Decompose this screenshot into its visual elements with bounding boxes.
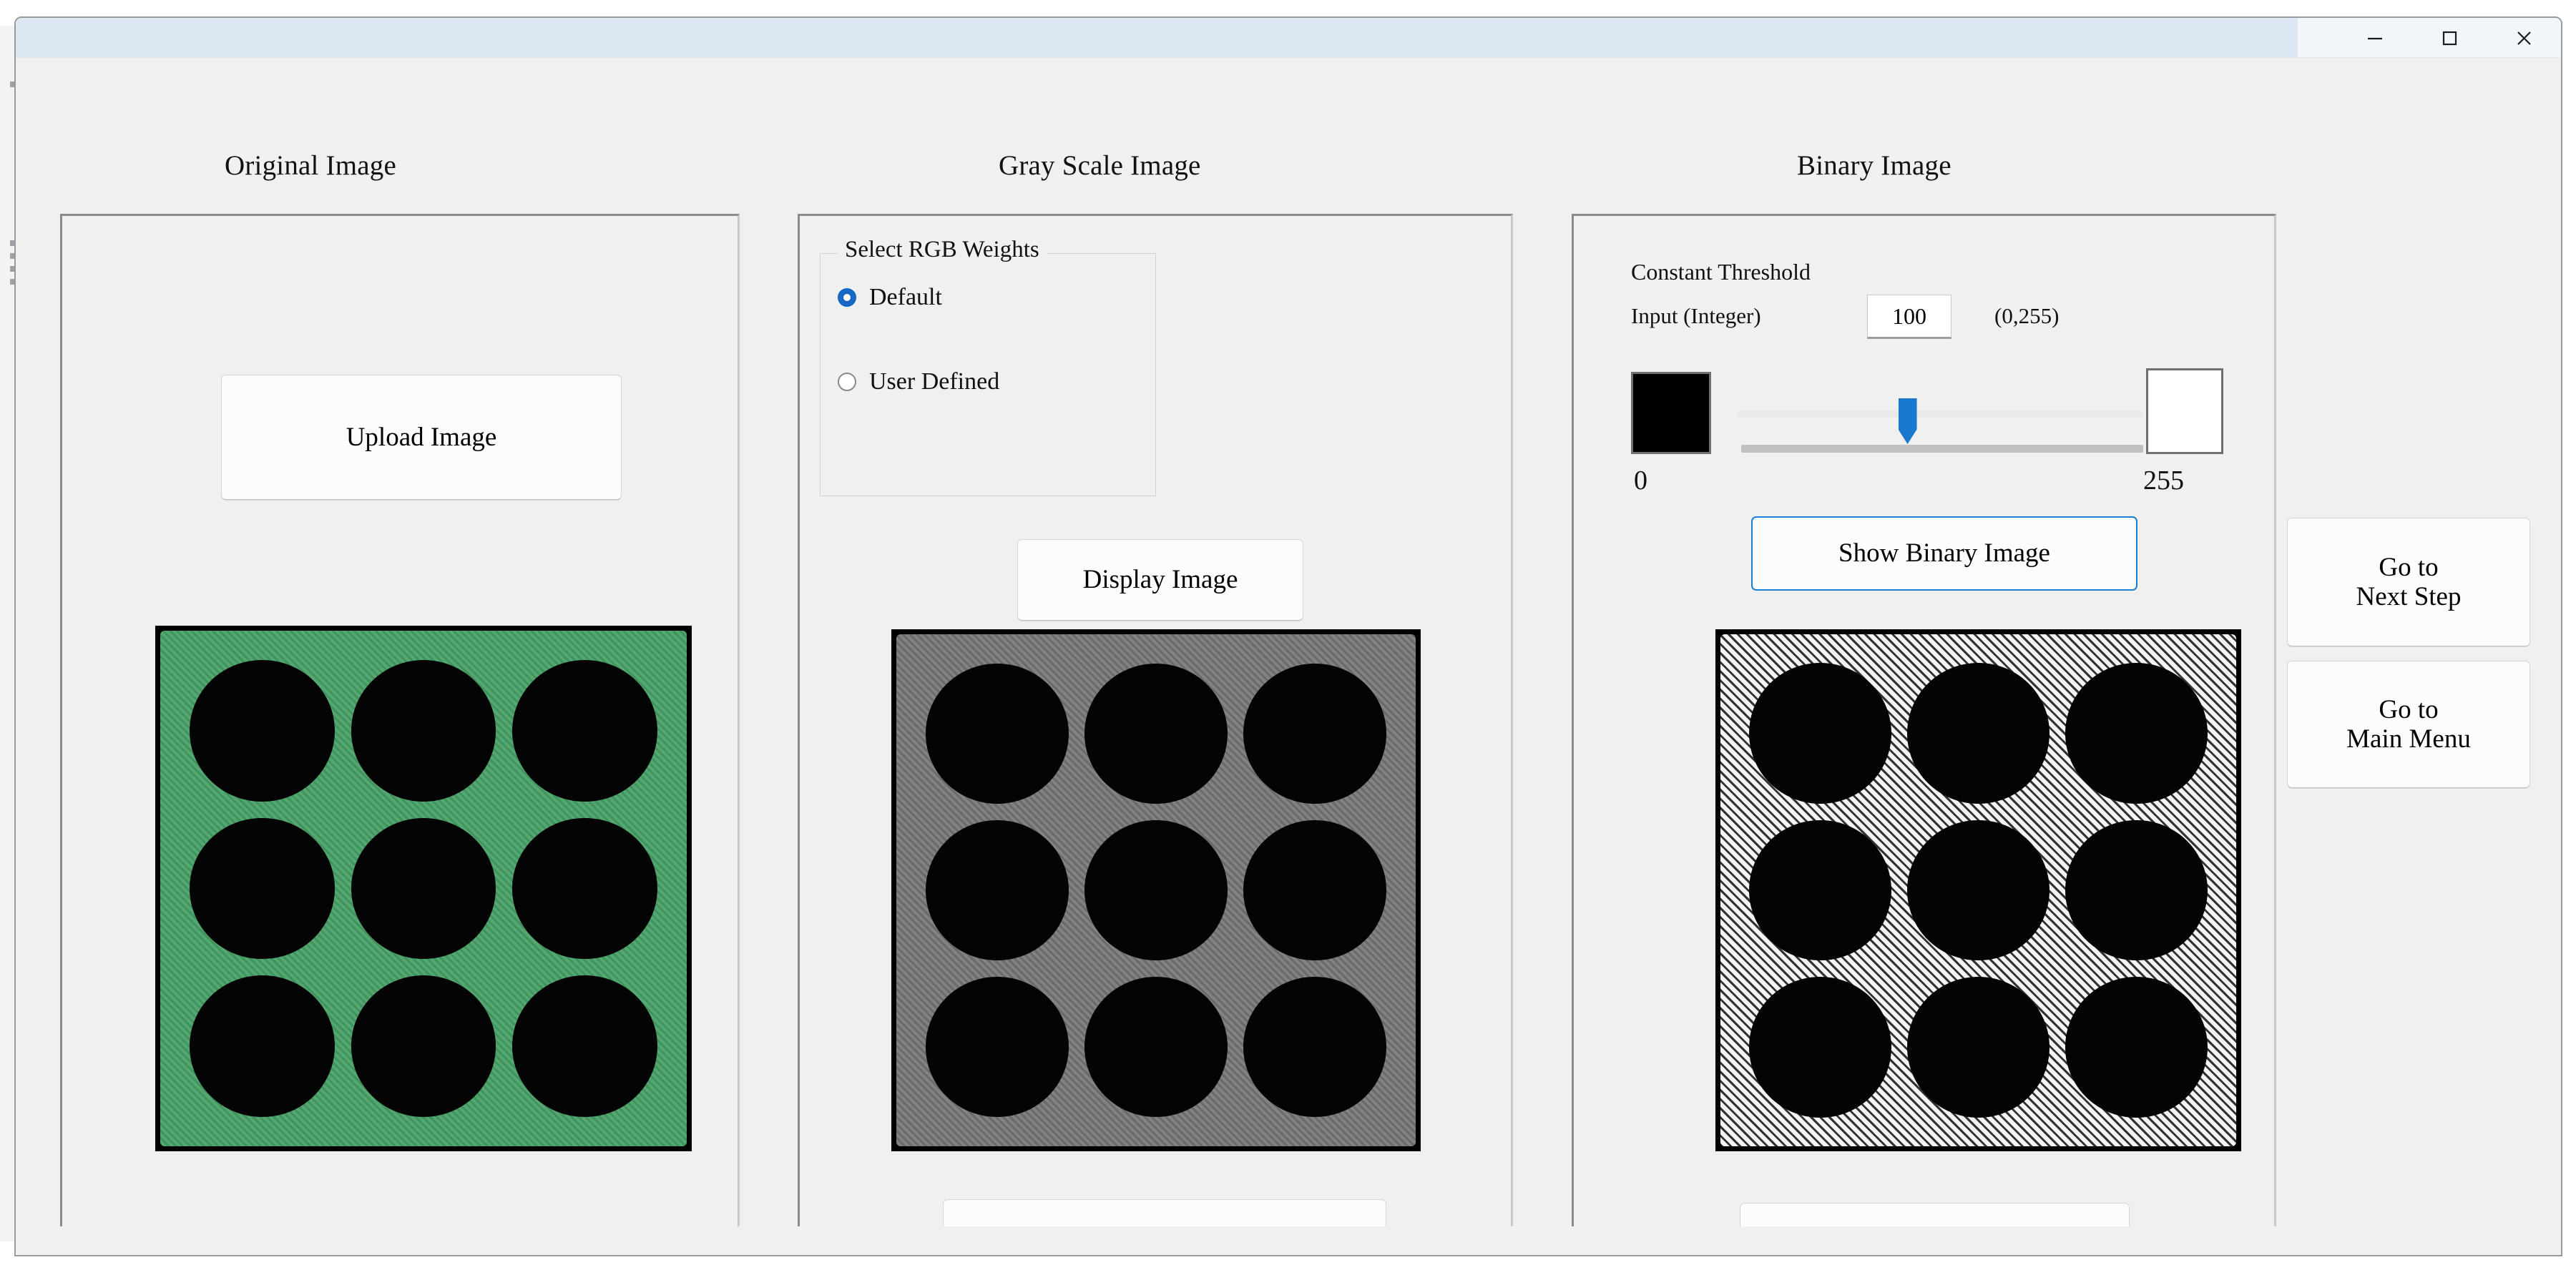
plate-hole (190, 660, 335, 802)
slider-min-label: 0 (1634, 466, 1647, 496)
constant-threshold-label: Constant Threshold (1631, 259, 1811, 285)
gray-scale-image-heading: Gray Scale Image (999, 150, 1201, 181)
plate-hole (351, 817, 496, 960)
slider-track-upper[interactable] (1737, 410, 2143, 418)
go-to-main-menu-button[interactable]: Go to Main Menu (2287, 661, 2530, 788)
plate-hole (190, 975, 335, 1117)
original-image-heading: Original Image (225, 150, 396, 181)
original-image-panel: Upload Image (60, 214, 740, 1255)
plate-hole (1243, 819, 1387, 961)
application-window: Original Image Gray Scale Image Binary I… (14, 16, 2562, 1256)
threshold-input-field[interactable]: 100 (1867, 295, 1951, 339)
minimize-button[interactable] (2338, 18, 2412, 58)
maximize-button[interactable] (2412, 18, 2487, 58)
plate-hole (2065, 819, 2208, 961)
plate-hole (1084, 819, 1228, 961)
title-bar-tab-strip[interactable] (16, 18, 2298, 57)
plate-hole (925, 976, 1069, 1118)
plate-hole (1749, 819, 1891, 961)
plate-hole (1749, 976, 1891, 1118)
title-bar (16, 18, 2561, 58)
plate-hole (925, 819, 1069, 961)
plate-hole (1907, 976, 2049, 1118)
plate-hole (1243, 663, 1387, 804)
plate-hole (1907, 819, 2049, 961)
gray-scale-image-thumbnail (891, 629, 1421, 1151)
plate-hole (1749, 663, 1891, 804)
close-icon (2517, 31, 2531, 45)
show-binary-image-button[interactable]: Show Binary Image (1751, 516, 2137, 591)
radio-option-user-defined[interactable]: User Defined (838, 368, 999, 395)
binary-image-panel: Constant Threshold Input (Integer) 100 (… (1572, 214, 2276, 1255)
plate-hole (351, 660, 496, 802)
binary-image-plate (1720, 634, 2236, 1146)
white-color-swatch (2146, 368, 2223, 454)
go-to-next-step-button[interactable]: Go to Next Step (2287, 518, 2530, 646)
upload-image-button[interactable]: Upload Image (221, 375, 622, 500)
plate-hole (1084, 663, 1228, 804)
select-rgb-weights-groupbox: Select RGB Weights Default User Defined (820, 237, 1156, 496)
slider-max-label: 255 (2143, 466, 2184, 496)
gray-scale-image-panel: Select RGB Weights Default User Defined … (798, 214, 1513, 1255)
plate-hole (190, 817, 335, 960)
radio-user-defined-label: User Defined (869, 368, 1000, 395)
gray-scale-image-plate (896, 634, 1416, 1146)
background-window-sliver (0, 26, 14, 1241)
plate-hole (1084, 976, 1228, 1118)
radio-option-default[interactable]: Default (838, 284, 942, 311)
plate-hole (925, 663, 1069, 804)
original-image-thumbnail (155, 626, 692, 1151)
plate-hole (1907, 663, 2049, 804)
plate-hole (512, 975, 657, 1117)
plate-hole (512, 817, 657, 960)
display-image-button[interactable]: Display Image (1017, 539, 1303, 621)
threshold-slider[interactable] (1737, 398, 2143, 456)
select-rgb-weights-title: Select RGB Weights (838, 237, 1047, 263)
original-image-plate (160, 631, 687, 1146)
plate-hole (512, 660, 657, 802)
maximize-icon (2442, 31, 2457, 45)
client-area: Original Image Gray Scale Image Binary I… (16, 58, 2561, 1255)
plate-hole (2065, 976, 2208, 1118)
plate-hole (2065, 663, 2208, 804)
minimize-icon (2368, 37, 2382, 39)
black-color-swatch (1631, 372, 1711, 454)
plate-hole (351, 975, 496, 1117)
window-bottom-strip (16, 1226, 2561, 1255)
slider-thumb[interactable] (1898, 398, 1917, 444)
plate-hole (1243, 976, 1387, 1118)
binary-image-heading: Binary Image (1797, 150, 1951, 181)
threshold-range-hint: (0,255) (1994, 303, 2060, 328)
desktop-background: Original Image Gray Scale Image Binary I… (0, 0, 2576, 1285)
close-button[interactable] (2487, 18, 2561, 58)
window-controls (2298, 18, 2561, 57)
radio-default-indicator[interactable] (838, 288, 856, 307)
binary-image-thumbnail (1715, 629, 2241, 1151)
radio-default-label: Default (869, 284, 942, 310)
slider-track-lower[interactable] (1741, 445, 2143, 453)
radio-user-defined-indicator[interactable] (838, 373, 856, 391)
threshold-input-label: Input (Integer) (1631, 303, 1761, 328)
